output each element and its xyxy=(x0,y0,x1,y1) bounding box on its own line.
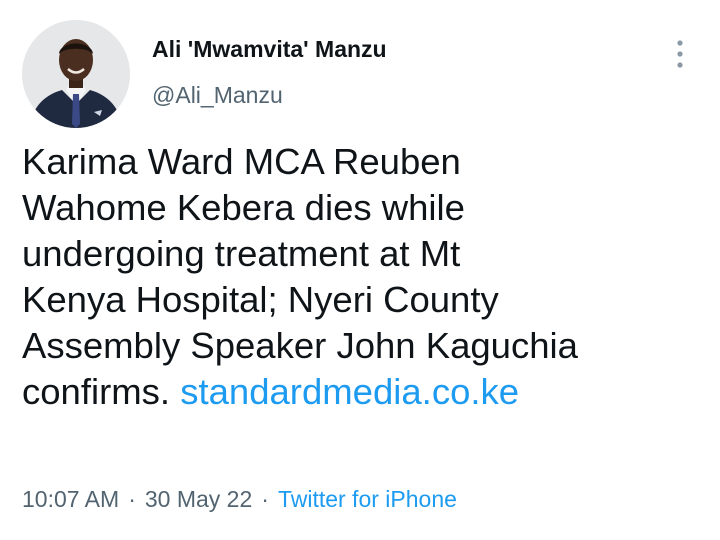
tweet-text-line: Kenya Hospital; Nyeri County xyxy=(22,279,499,320)
tweet-text-line: undergoing treatment at Mt xyxy=(22,233,461,274)
tweet-text-line: Wahome Kebera dies while xyxy=(22,187,465,228)
author-handle[interactable]: @Ali_Manzu xyxy=(152,82,283,109)
meta-separator: · xyxy=(261,486,269,512)
tweet-source-link[interactable]: Twitter for iPhone xyxy=(278,486,457,512)
tweet-time[interactable]: 10:07 AM xyxy=(22,486,119,512)
more-options-button[interactable] xyxy=(660,34,700,74)
tweet-card: Ali 'Mwamvita' Manzu @Ali_Manzu Karima W… xyxy=(0,0,720,540)
tweet-meta: 10:07 AM · 30 May 22 · Twitter for iPhone xyxy=(22,486,457,513)
tweet-text-line-last: confirms. standardmedia.co.ke xyxy=(22,369,702,415)
tweet-text-line: Assembly Speaker John Kaguchia xyxy=(22,325,578,366)
author-display-name[interactable]: Ali 'Mwamvita' Manzu xyxy=(152,36,387,63)
tweet-date[interactable]: 30 May 22 xyxy=(145,486,252,512)
tweet-text-line: confirms. xyxy=(22,371,171,412)
tweet-text-line: Karima Ward MCA Reuben xyxy=(22,141,461,182)
avatar[interactable] xyxy=(22,20,130,128)
meta-separator: · xyxy=(128,486,136,512)
profile-photo xyxy=(22,20,130,128)
tweet-text: Karima Ward MCA Reuben Wahome Kebera die… xyxy=(22,139,702,415)
tweet-link[interactable]: standardmedia.co.ke xyxy=(180,371,519,412)
more-vertical-icon xyxy=(677,40,683,68)
